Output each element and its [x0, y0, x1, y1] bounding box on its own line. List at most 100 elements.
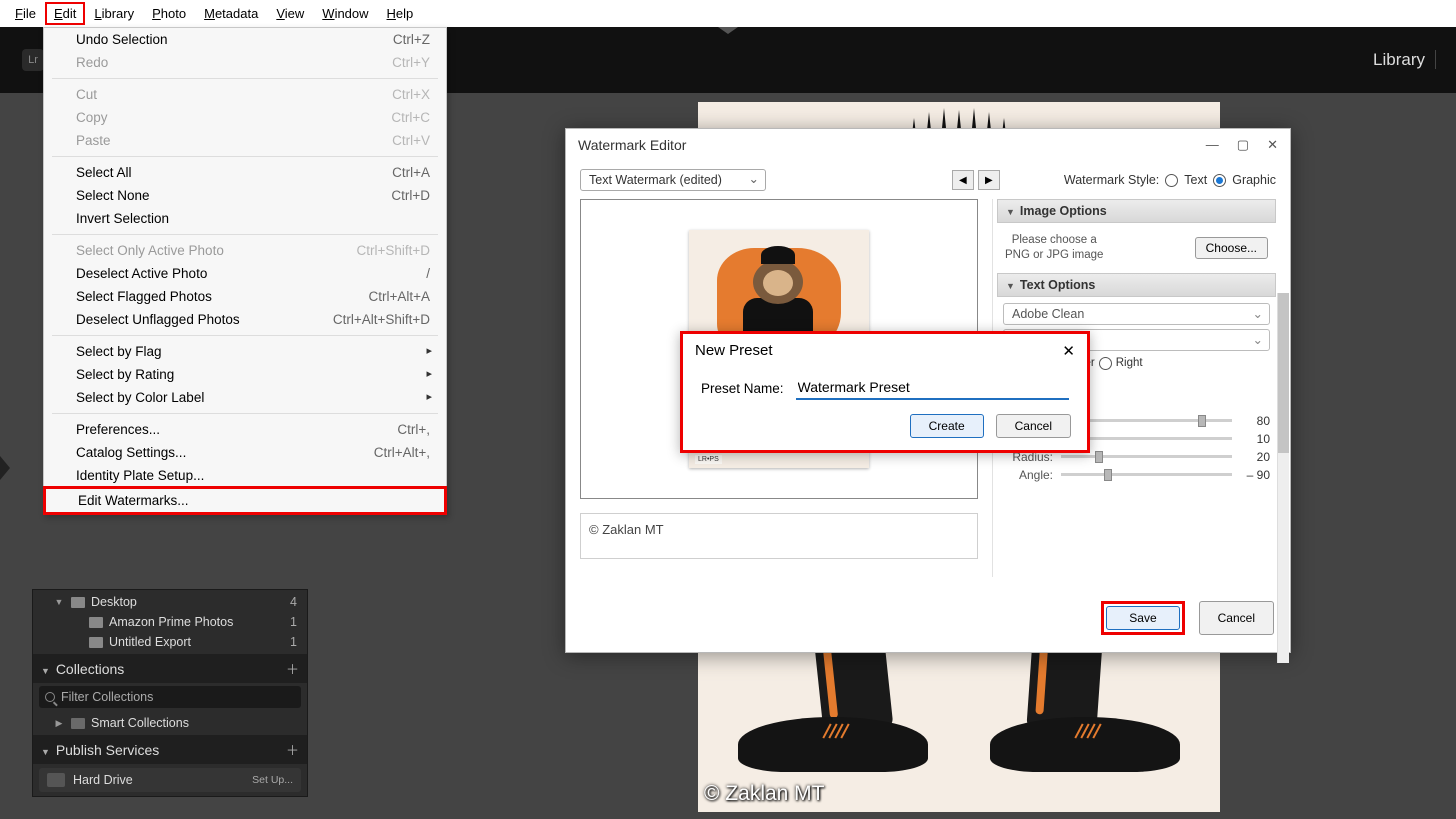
save-button[interactable]: Save: [1106, 606, 1179, 630]
left-panel-handle[interactable]: [0, 456, 10, 480]
menu-item-identity-plate-setup[interactable]: Identity Plate Setup...: [44, 464, 446, 487]
slider-label: Angle:: [1003, 468, 1053, 482]
add-collection-icon[interactable]: ＋: [286, 659, 299, 678]
folder-icon: [89, 617, 103, 628]
menu-item-catalog-settings[interactable]: Catalog Settings...Ctrl+Alt+,: [44, 441, 446, 464]
slider-track[interactable]: [1061, 455, 1232, 458]
menu-separator: [52, 78, 438, 79]
folder-count: 1: [290, 615, 301, 629]
menu-item-copy: CopyCtrl+C: [44, 106, 446, 129]
options-scrollbar[interactable]: [1277, 293, 1289, 663]
close-icon[interactable]: ✕: [1267, 137, 1278, 153]
menubar: File Edit Library Photo Metadata View Wi…: [0, 0, 1456, 27]
menu-item-edit-watermarks[interactable]: Edit Watermarks...: [43, 486, 447, 515]
folder-untitled-export[interactable]: Untitled Export 1: [37, 632, 303, 652]
menu-photo[interactable]: Photo: [143, 2, 195, 25]
new-preset-dialog: New Preset ✕ Preset Name: Create Cancel: [680, 331, 1090, 453]
align-right-radio[interactable]: [1099, 357, 1112, 370]
left-sidebar-fragment: ▼ Desktop 4 Amazon Prime Photos 1 Untitl…: [32, 589, 308, 797]
hard-drive-icon: [47, 773, 65, 787]
menu-item-select-flagged-photos[interactable]: Select Flagged PhotosCtrl+Alt+A: [44, 285, 446, 308]
collapse-arrow-icon[interactable]: [718, 27, 738, 34]
folder-count: 1: [290, 635, 301, 649]
folder-label: Amazon Prime Photos: [109, 615, 290, 629]
menu-library[interactable]: Library: [85, 2, 143, 25]
slider-value: 20: [1240, 450, 1270, 464]
filter-placeholder: Filter Collections: [61, 690, 153, 704]
menu-window[interactable]: Window: [313, 2, 377, 25]
copyright-text-input[interactable]: © Zaklan MT: [580, 513, 978, 559]
cancel-button[interactable]: Cancel: [1199, 601, 1274, 635]
prev-image-button[interactable]: ◀: [952, 170, 974, 190]
watermark-style-group: Watermark Style: Text Graphic: [1064, 173, 1276, 187]
wme-titlebar: Watermark Editor — ▢ ✕: [566, 129, 1290, 161]
menu-item-cut: CutCtrl+X: [44, 83, 446, 106]
collections-header[interactable]: ▼ Collections ＋: [33, 654, 307, 683]
menu-item-select-by-color-label[interactable]: Select by Color Label: [44, 386, 446, 409]
menu-item-select-only-active-photo: Select Only Active PhotoCtrl+Shift+D: [44, 239, 446, 262]
minimize-icon[interactable]: —: [1206, 137, 1219, 153]
slider-track[interactable]: [1061, 473, 1232, 476]
folder-desktop[interactable]: ▼ Desktop 4: [37, 592, 303, 612]
preview-corner-label: LR•PS: [695, 455, 722, 464]
style-graphic-radio[interactable]: [1213, 174, 1226, 187]
folder-amazon-prime[interactable]: Amazon Prime Photos 1: [37, 612, 303, 632]
create-button[interactable]: Create: [910, 414, 984, 438]
menu-item-select-none[interactable]: Select NoneCtrl+D: [44, 184, 446, 207]
app-logo: Lr: [22, 49, 44, 71]
next-image-button[interactable]: ▶: [978, 170, 1000, 190]
menu-item-deselect-unflagged-photos[interactable]: Deselect Unflagged PhotosCtrl+Alt+Shift+…: [44, 308, 446, 331]
menu-item-select-by-rating[interactable]: Select by Rating: [44, 363, 446, 386]
style-graphic-label: Graphic: [1232, 173, 1276, 187]
add-publish-icon[interactable]: ＋: [286, 740, 299, 759]
smart-collections-label: Smart Collections: [91, 716, 301, 730]
menu-item-select-by-flag[interactable]: Select by Flag: [44, 340, 446, 363]
menu-metadata[interactable]: Metadata: [195, 2, 267, 25]
image-options-header[interactable]: Image Options: [997, 199, 1276, 223]
collections-label: Collections: [56, 661, 124, 677]
menu-separator: [52, 234, 438, 235]
menu-edit[interactable]: Edit: [45, 2, 85, 25]
preset-name-label: Preset Name:: [701, 381, 784, 396]
preset-select[interactable]: Text Watermark (edited): [580, 169, 766, 191]
menu-item-deselect-active-photo[interactable]: Deselect Active Photo/: [44, 262, 446, 285]
filter-collections-input[interactable]: Filter Collections: [39, 686, 301, 708]
publish-setup-link[interactable]: Set Up...: [252, 774, 293, 786]
slider-value: 80: [1240, 414, 1270, 428]
image-options-hint: Please choose a PNG or JPG image: [1005, 233, 1103, 263]
publish-hard-drive[interactable]: Hard Drive Set Up...: [39, 768, 301, 792]
maximize-icon[interactable]: ▢: [1237, 137, 1249, 153]
smart-collections[interactable]: ▶ Smart Collections: [37, 713, 303, 733]
publish-item-label: Hard Drive: [73, 773, 133, 787]
new-preset-close-icon[interactable]: ✕: [1062, 342, 1075, 360]
menu-item-redo: RedoCtrl+Y: [44, 51, 446, 74]
menu-item-invert-selection[interactable]: Invert Selection: [44, 207, 446, 230]
np-cancel-button[interactable]: Cancel: [996, 414, 1071, 438]
menu-item-preferences[interactable]: Preferences...Ctrl+,: [44, 418, 446, 441]
folder-icon: [71, 597, 85, 608]
search-icon: [45, 692, 55, 702]
slider-angle[interactable]: Angle: – 90: [1003, 468, 1270, 482]
choose-image-button[interactable]: Choose...: [1195, 237, 1268, 259]
edit-menu-dropdown: Undo SelectionCtrl+ZRedoCtrl+YCutCtrl+XC…: [43, 27, 447, 515]
style-text-radio[interactable]: [1165, 174, 1178, 187]
menu-item-select-all[interactable]: Select AllCtrl+A: [44, 161, 446, 184]
module-library[interactable]: Library: [1373, 50, 1440, 70]
publish-services-header[interactable]: ▼ Publish Services ＋: [33, 735, 307, 764]
menu-help[interactable]: Help: [378, 2, 423, 25]
menu-file[interactable]: File: [6, 2, 45, 25]
text-options-header[interactable]: Text Options: [997, 273, 1276, 297]
font-select[interactable]: Adobe Clean: [1003, 303, 1270, 325]
folder-icon: [89, 637, 103, 648]
publish-label: Publish Services: [56, 742, 160, 758]
menu-item-undo-selection[interactable]: Undo SelectionCtrl+Z: [44, 28, 446, 51]
menu-separator: [52, 413, 438, 414]
menu-view[interactable]: View: [267, 2, 313, 25]
watermark-style-label: Watermark Style:: [1064, 173, 1159, 187]
preset-name-input[interactable]: [796, 376, 1069, 400]
slider-value: – 90: [1240, 468, 1270, 482]
wme-title-text: Watermark Editor: [578, 137, 686, 153]
slider-value: 10: [1240, 432, 1270, 446]
new-preset-title: New Preset: [695, 342, 773, 360]
canvas-watermark-text: © Zaklan MT: [704, 782, 825, 806]
